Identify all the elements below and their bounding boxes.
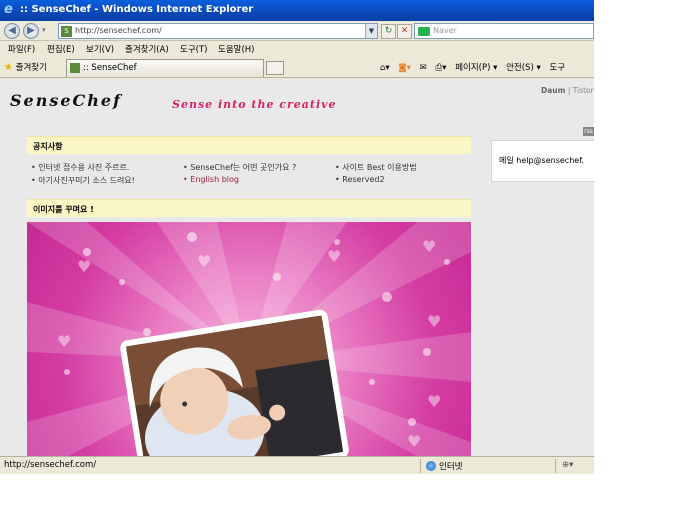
- history-dropdown-icon[interactable]: ▾: [42, 26, 46, 34]
- safety-menu[interactable]: 안전(S) ▾: [506, 63, 541, 73]
- svg-text:♥: ♥: [197, 252, 211, 271]
- status-bar: http://sensechef.com/ 인터넷 ⊕▾: [0, 456, 594, 474]
- zoom-icon[interactable]: ⊕▾: [562, 460, 573, 470]
- home-icon[interactable]: ⌂▾: [380, 63, 390, 73]
- status-separator: [420, 459, 421, 473]
- notice-item[interactable]: • 인터넷 접수용 사진 주르르.: [31, 162, 129, 173]
- status-url: http://sensechef.com/: [4, 460, 97, 470]
- menu-edit[interactable]: 편집(E): [47, 43, 75, 55]
- notice-header: 공지사항: [27, 136, 471, 154]
- notice-item[interactable]: • SenseChef는 어떤 곳인가요 ?: [183, 162, 296, 173]
- command-bar: ⌂▾ ◙▾ ✉ ⎙▾ 페이지(P) ▾ 안전(S) ▾ 도구: [380, 61, 571, 73]
- forward-button[interactable]: ▶: [23, 23, 39, 39]
- svg-text:♥: ♥: [327, 247, 341, 266]
- tab-row: ★ 즐겨찾기 :: SenseChef ⌂▾ ◙▾ ✉ ⎙▾ 페이지(P) ▾ …: [0, 57, 594, 78]
- naver-icon: [418, 27, 430, 36]
- page-content: SenseChef Sense into the creative Daum |…: [0, 79, 594, 456]
- photo-art: ♥ ♥ ♥ ♥ ♥ ♥ ♥ ♥: [27, 222, 471, 456]
- svg-text:♥: ♥: [422, 237, 436, 256]
- mail-address[interactable]: 메일 help@sensechef.: [499, 155, 584, 166]
- address-url: http://sensechef.com/: [75, 26, 162, 35]
- notice-item[interactable]: • 아기사진꾸미기 소스 드려요!: [31, 175, 135, 186]
- star-icon: ★: [4, 62, 13, 73]
- rss-icon[interactable]: rss: [583, 127, 594, 136]
- decorated-baby-photo[interactable]: ♥ ♥ ♥ ♥ ♥ ♥ ♥ ♥: [27, 222, 471, 456]
- stop-button[interactable]: ✕: [397, 24, 412, 39]
- title-bar: e :: SenseChef - Windows Internet Explor…: [0, 0, 594, 21]
- svg-text:♥: ♥: [57, 332, 71, 351]
- site-favicon-icon: S: [61, 26, 72, 37]
- tools-menu[interactable]: 도구: [549, 63, 565, 73]
- refresh-button[interactable]: ↻: [381, 24, 396, 39]
- menu-file[interactable]: 파일(F): [8, 43, 35, 55]
- print-icon[interactable]: ⎙▾: [435, 63, 446, 73]
- decorate-title: 이미지를 꾸며요 !: [33, 205, 94, 214]
- new-tab-button[interactable]: [266, 61, 284, 75]
- favorites-button[interactable]: ★ 즐겨찾기: [4, 61, 47, 73]
- menu-favorites[interactable]: 즐겨찾기(A): [125, 43, 169, 55]
- mail-box: 메일 help@sensechef.: [491, 140, 594, 182]
- site-logo[interactable]: SenseChef: [10, 91, 122, 110]
- address-dropdown-icon[interactable]: ▼: [365, 24, 377, 38]
- site-slogan: Sense into the creative: [172, 98, 337, 111]
- tistory-link[interactable]: Tistory: [573, 86, 594, 95]
- security-zone: 인터넷: [426, 460, 462, 472]
- svg-text:♥: ♥: [427, 392, 441, 411]
- notice-item[interactable]: • Reserved2: [335, 175, 385, 184]
- svg-text:♥: ♥: [77, 257, 91, 276]
- globe-icon: [426, 461, 436, 471]
- mail-icon[interactable]: ✉: [420, 63, 427, 73]
- ie-logo-icon: e: [4, 2, 13, 17]
- search-placeholder: Naver: [433, 26, 457, 35]
- tab-sensechef[interactable]: :: SenseChef: [66, 59, 264, 77]
- decorate-header: 이미지를 꾸며요 !: [27, 199, 471, 217]
- notice-item[interactable]: • English blog: [183, 175, 239, 184]
- photo-frame: [120, 309, 349, 456]
- notice-title: 공지사항: [33, 142, 63, 151]
- browser-window: e :: SenseChef - Windows Internet Explor…: [0, 0, 594, 474]
- window-title: :: SenseChef - Windows Internet Explorer: [20, 4, 254, 15]
- favorites-label: 즐겨찾기: [15, 63, 47, 73]
- top-links-separator: |: [567, 86, 571, 95]
- feeds-icon[interactable]: ◙▾: [398, 63, 411, 73]
- menu-help[interactable]: 도움말(H): [218, 43, 254, 55]
- daum-link[interactable]: Daum: [541, 86, 565, 95]
- address-row: ◀ ▶ ▾ S http://sensechef.com/ ▼ ↻ ✕ Nave…: [0, 21, 594, 41]
- menu-view[interactable]: 보기(V): [86, 43, 114, 55]
- svg-text:♥: ♥: [407, 432, 421, 451]
- address-bar[interactable]: S http://sensechef.com/ ▼: [58, 23, 378, 39]
- tab-favicon-icon: [70, 63, 80, 73]
- page-menu[interactable]: 페이지(P) ▾: [455, 63, 497, 73]
- svg-text:♥: ♥: [427, 312, 441, 331]
- menu-tools[interactable]: 도구(T): [180, 43, 207, 55]
- tab-label: :: SenseChef: [83, 63, 137, 73]
- back-button[interactable]: ◀: [4, 23, 20, 39]
- notice-item[interactable]: • 사이트 Best 이용방법: [335, 162, 417, 173]
- top-links: Daum | Tistory: [541, 86, 594, 95]
- search-box[interactable]: Naver: [414, 23, 594, 39]
- status-separator: [555, 459, 556, 473]
- menu-bar: 파일(F) 편집(E) 보기(V) 즐겨찾기(A) 도구(T) 도움말(H): [0, 41, 594, 57]
